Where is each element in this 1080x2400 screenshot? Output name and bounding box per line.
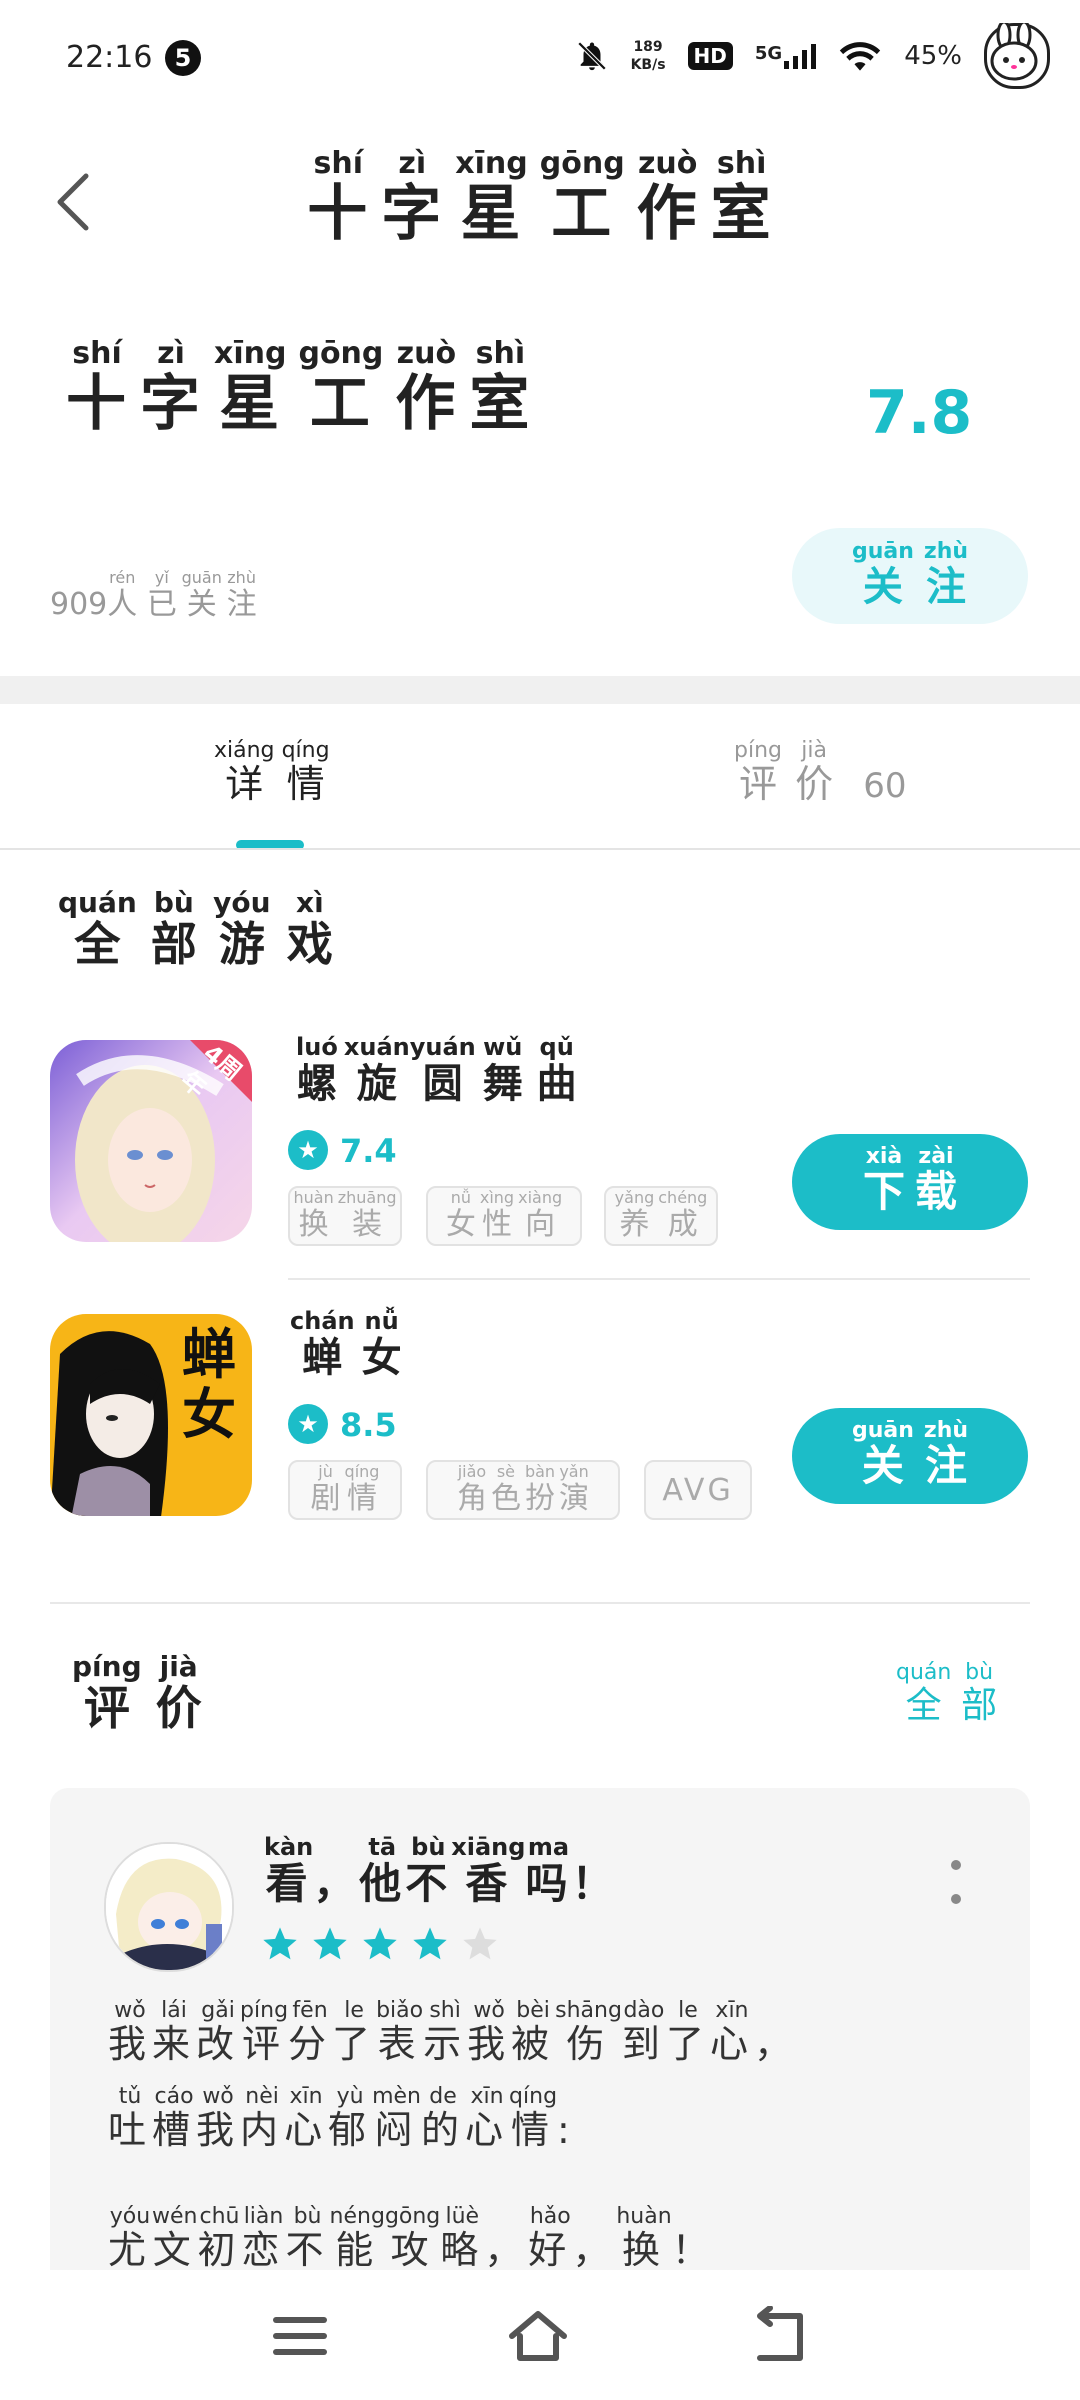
star-empty-icon	[463, 1927, 497, 1960]
section-title-reviews: 评píng 价jià	[72, 1650, 202, 1735]
title-char: 星xīng	[455, 146, 528, 249]
section-divider	[0, 676, 1080, 704]
game-icon[interactable]: 4周年	[50, 1040, 252, 1242]
list-divider	[288, 1278, 1030, 1280]
game-score: 8.5	[340, 1406, 397, 1444]
studio-name-char: 星xīng	[214, 336, 287, 439]
studio-name-char: 作zuò	[395, 336, 458, 439]
studio-score: 7.8	[866, 378, 973, 448]
section-divider	[50, 1602, 1030, 1604]
tabs-divider	[0, 848, 1080, 850]
tab-details[interactable]: 详xiáng 情qíng	[214, 738, 330, 808]
menu-icon[interactable]	[270, 2306, 330, 2366]
game-tag: AVG	[644, 1460, 752, 1520]
net-speed: 189 KB/s	[631, 38, 666, 74]
download-button[interactable]: 下xià 载zài	[792, 1134, 1028, 1230]
game-tag: 角jiǎo 色sè 扮bàn 演yǎn	[426, 1460, 620, 1520]
tab-reviews[interactable]: 评píng 价jià 60	[734, 738, 907, 808]
net-speed-value: 189	[633, 39, 663, 55]
view-all-reviews-link[interactable]: 全quán 部bù	[896, 1660, 997, 1728]
bunny-avatar-icon	[984, 23, 1050, 89]
follow-studio-button[interactable]: 关guān 注zhù	[792, 528, 1028, 624]
studio-name-char: 十shí	[66, 336, 128, 439]
game-icon-title: 蝉女	[182, 1322, 236, 1446]
star-icon: ★	[288, 1404, 328, 1444]
hd-badge: HD	[687, 42, 733, 70]
review-text-line: 我wǒ来lái改gǎi评píng分fēn了le表biǎo示shì我wǒ被bèi伤…	[108, 1998, 798, 2066]
game-tag: 剧jù 情qíng	[288, 1460, 402, 1520]
title-char: 字zì	[381, 146, 444, 249]
network-type: 5G	[754, 43, 783, 64]
review-text-line: 尤yóu文wén初chū恋liàn不bù能néng攻gōng略lüè，好hǎo，…	[108, 2204, 716, 2272]
reviews-count: 60	[863, 766, 907, 806]
wifi-icon	[840, 42, 881, 71]
system-nav-bar	[0, 2270, 1080, 2400]
star-filled-icon	[413, 1927, 447, 1960]
follow-game-button[interactable]: 关guān 注zhù	[792, 1408, 1028, 1504]
game-score: 7.4	[340, 1132, 397, 1170]
game-icon[interactable]: 蝉女	[50, 1314, 252, 1516]
bell-off-icon	[577, 41, 606, 71]
star-icon: ★	[288, 1130, 328, 1170]
status-icons: 189 KB/s HD 5G 45%	[575, 23, 1050, 89]
more-vertical-icon[interactable]	[950, 1860, 962, 1904]
page-title: 十shí字zì星xīng工gōng作zuò室shì	[0, 146, 1080, 252]
studio-name-char: 室shì	[469, 336, 532, 439]
game-tag: 换huàn 装zhuāng	[288, 1186, 402, 1246]
title-char: 工gōng	[539, 146, 625, 249]
back-icon[interactable]	[750, 2306, 810, 2366]
studio-name-char: 工gōng	[298, 336, 384, 439]
section-title-all-games: 全quán 部bù 游yóu 戏xì	[58, 886, 333, 971]
notification-count-badge: 5	[165, 40, 201, 76]
star-filled-icon	[263, 1927, 297, 1960]
game-title[interactable]: 蝉chán 女nǚ	[290, 1307, 402, 1383]
reviewer-avatar[interactable]	[104, 1842, 234, 1972]
studio-name-char: 字zì	[140, 336, 202, 439]
review-title: 看kàn，他tā不bù香xiāng吗ma！	[264, 1833, 618, 1908]
game-tag: 养yǎng 成chéng	[604, 1186, 718, 1246]
review-rating	[260, 1924, 500, 1964]
signal-icon: 5G	[754, 43, 817, 69]
title-char: 室shì	[710, 146, 773, 249]
status-bar: 22:16 5 189 KB/s HD 5G 45%	[0, 0, 1080, 120]
star-filled-icon	[363, 1927, 397, 1960]
net-speed-unit: KB/s	[630, 57, 666, 73]
game-title[interactable]: 螺luó 旋xuán 圆yuán 舞wǔ 曲qǔ	[296, 1033, 577, 1109]
review-text-line: 吐tǔ槽cáo我wǒ内nèi心xīn郁yù闷mèn的de心xīn情qíng:	[108, 2084, 576, 2152]
status-time: 22:16	[66, 40, 153, 75]
studio-name: 十shí字zì星xīng工gōng作zuò室shì	[60, 336, 537, 442]
battery-level: 45%	[904, 41, 962, 71]
title-char: 作zuò	[636, 146, 699, 249]
home-icon[interactable]	[508, 2306, 568, 2366]
star-filled-icon	[313, 1927, 347, 1960]
game-tag: 女nǚ 性xìng 向xiàng	[426, 1186, 582, 1246]
followers-number: 909	[50, 587, 108, 622]
title-char: 十shí	[307, 146, 370, 249]
followers-count: 909人rén 已yǐ 关guān 注zhù	[50, 568, 257, 622]
